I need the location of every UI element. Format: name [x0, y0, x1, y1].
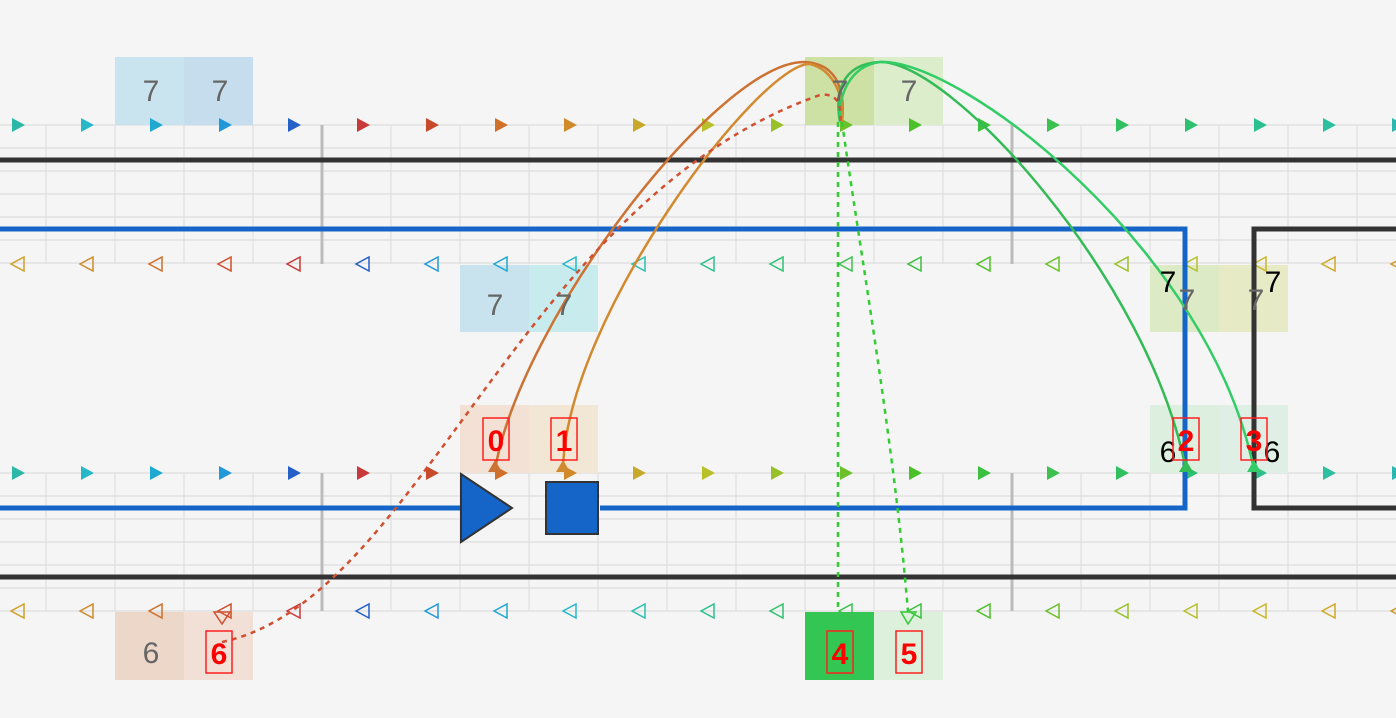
marker-label: 4	[832, 638, 849, 671]
left-arrow-icon	[1320, 255, 1336, 273]
diagram-canvas: 7 7 7 7 7 7 7 7 6 7 7 6 6 0 1 2 3 4 5 6	[0, 57, 1396, 680]
right-arrow-icon	[1047, 466, 1060, 480]
right-arrow-icon	[1185, 118, 1198, 132]
right-arrow-icon	[426, 466, 439, 480]
right-arrow-icon	[357, 118, 370, 132]
stop-square-icon[interactable]	[545, 481, 599, 535]
cell-number: 7	[487, 289, 504, 322]
right-arrow-icon	[1323, 466, 1336, 480]
left-arrow-icon	[147, 255, 163, 273]
side-number: 7	[1160, 266, 1177, 299]
marker-label: 0	[488, 425, 505, 458]
marker-label: 6	[211, 638, 228, 671]
arc-dashed-red	[221, 93, 842, 644]
right-arrow-icon	[771, 118, 784, 132]
side-number: 6	[1160, 436, 1177, 469]
right-arrow-icon	[426, 118, 439, 132]
left-arrow-icon	[216, 255, 232, 273]
cell-number: 7	[143, 75, 160, 108]
right-arrow-icon	[1323, 118, 1336, 132]
direction-arrows	[9, 118, 1396, 620]
side-number: 7	[1265, 266, 1282, 299]
right-arrow-icon	[909, 466, 922, 480]
right-arrow-icon	[1047, 118, 1060, 132]
cell-number: 7	[1248, 284, 1265, 317]
marker-label: 2	[1178, 425, 1195, 458]
marker-label: 1	[556, 425, 573, 458]
cell-number: 7	[1179, 284, 1196, 317]
left-arrow-icon	[1389, 260, 1396, 268]
right-arrow-icon	[633, 466, 646, 480]
left-arrow-icon	[975, 255, 991, 273]
right-arrow-icon	[288, 118, 301, 132]
cell-numbers: 7 7 7 7 7 7 7 7 6	[143, 75, 1265, 670]
side-number: 6	[1264, 436, 1281, 469]
left-arrow-icon	[837, 255, 853, 273]
right-arrow-icon	[219, 466, 232, 480]
play-triangle-icon[interactable]	[460, 472, 514, 544]
right-arrow-icon	[150, 466, 163, 480]
left-arrow-icon	[1113, 255, 1129, 273]
cell-number: 7	[212, 75, 229, 108]
cell-number: 7	[832, 75, 849, 108]
cell-number: 7	[901, 75, 918, 108]
left-arrow-icon	[9, 255, 25, 273]
right-arrow-icon	[81, 466, 94, 480]
tracks	[0, 157, 1396, 580]
left-arrow-icon	[423, 255, 439, 273]
left-arrow-icon	[285, 255, 301, 273]
left-arrow-icon	[354, 255, 370, 273]
right-arrow-icon	[12, 118, 25, 132]
left-arrow-icon	[699, 255, 715, 273]
right-arrow-icon	[702, 466, 715, 480]
cell-number: 7	[556, 289, 573, 322]
right-arrow-icon	[702, 118, 715, 132]
marker-label: 5	[901, 638, 918, 671]
left-arrow-icon	[906, 255, 922, 273]
right-arrow-icon	[12, 466, 25, 480]
right-arrow-icon	[633, 118, 646, 132]
left-arrow-icon	[1044, 255, 1060, 273]
right-arrow-icon	[564, 118, 577, 132]
marker-label: 3	[1246, 425, 1263, 458]
right-arrow-icon	[1254, 118, 1267, 132]
arc-dashed-green	[840, 121, 910, 613]
right-arrow-icon	[978, 466, 991, 480]
right-arrow-icon	[81, 118, 94, 132]
connection-arcs	[221, 60, 1256, 644]
right-arrow-icon	[1392, 466, 1396, 480]
right-arrow-icon	[357, 466, 370, 480]
right-arrow-icon	[1116, 466, 1129, 480]
right-arrow-icon	[288, 466, 301, 480]
right-arrow-icon	[840, 466, 853, 480]
right-arrow-icon	[495, 118, 508, 132]
right-arrow-icon	[771, 466, 784, 480]
left-arrow-icon	[768, 255, 784, 273]
cell-backgrounds	[115, 57, 1288, 680]
right-arrow-icon	[1392, 118, 1396, 132]
right-arrow-icon	[1116, 118, 1129, 132]
cell-number: 6	[143, 637, 160, 670]
left-arrow-icon	[78, 255, 94, 273]
